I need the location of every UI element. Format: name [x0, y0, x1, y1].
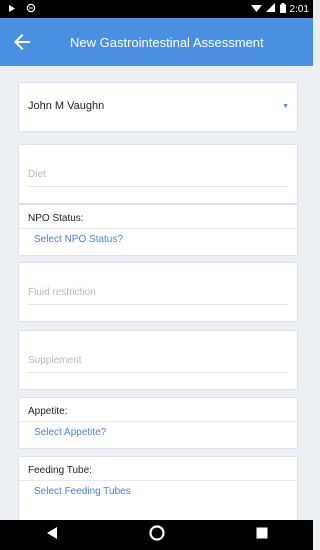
feeding-tube-select[interactable]: Select Feeding Tubes: [34, 486, 131, 497]
status-time: 2:01: [289, 4, 309, 15]
status-bar-right: 2:01: [250, 3, 309, 16]
patient-name: John M Vaughn: [28, 100, 105, 112]
diet-underline: [28, 186, 288, 187]
page-title: New Gastrointestinal Assessment: [70, 35, 264, 50]
signal-icon: [265, 3, 276, 16]
appetite-divider: [19, 421, 297, 422]
back-triangle-icon[interactable]: [46, 526, 58, 545]
wifi-icon: [250, 3, 262, 16]
fluid-restriction-underline: [28, 304, 288, 305]
supplement-placeholder: Supplement: [28, 355, 82, 366]
home-circle-icon[interactable]: [148, 524, 165, 546]
feeding-tube-divider: [19, 480, 297, 481]
appetite-label: Appetite:: [28, 406, 68, 417]
feeding-tube-field: Feeding Tube: Select Feeding Tubes: [18, 456, 298, 520]
nav-bar: [0, 520, 313, 550]
arrow-left-icon: [14, 34, 30, 50]
play-icon: [8, 4, 16, 16]
supplement-underline: [28, 372, 288, 373]
diet-field[interactable]: Diet: [18, 144, 298, 204]
status-bar: 2:01: [0, 0, 313, 18]
diet-placeholder: Diet: [28, 169, 46, 180]
recents-square-icon[interactable]: [256, 526, 268, 544]
caret-down-icon: ▼: [282, 103, 289, 110]
battery-icon: [279, 3, 286, 16]
feeding-tube-label: Feeding Tube:: [28, 465, 92, 476]
fluid-restriction-field[interactable]: Fluid restriction: [18, 262, 298, 322]
app-bar: New Gastrointestinal Assessment: [0, 18, 313, 66]
status-bar-left: [8, 3, 36, 16]
appetite-field: Appetite: Select Appetite?: [18, 397, 298, 449]
npo-status-divider: [19, 228, 297, 229]
sync-icon: [26, 3, 36, 16]
assessment-form: John M Vaughn ▼ Diet NPO Status: Select …: [0, 66, 313, 520]
supplement-field[interactable]: Supplement: [18, 330, 298, 390]
back-button[interactable]: [10, 30, 34, 54]
npo-status-label: NPO Status:: [28, 213, 84, 224]
appetite-select[interactable]: Select Appetite?: [34, 427, 106, 438]
fluid-restriction-placeholder: Fluid restriction: [28, 287, 96, 298]
npo-status-field: NPO Status: Select NPO Status?: [18, 204, 298, 256]
npo-status-select[interactable]: Select NPO Status?: [34, 234, 123, 245]
patient-selector[interactable]: John M Vaughn ▼: [18, 82, 298, 132]
